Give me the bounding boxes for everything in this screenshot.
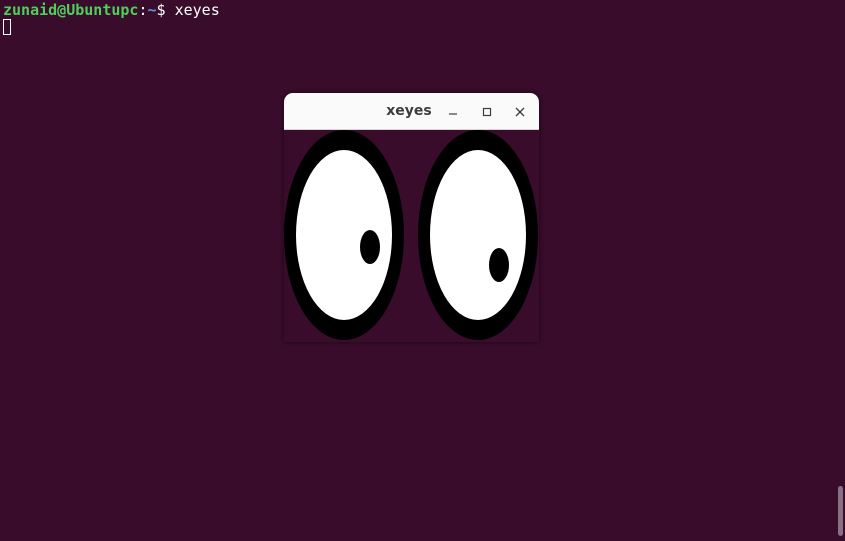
left-eye — [284, 130, 404, 340]
terminal-cursor — [3, 19, 11, 35]
right-pupil — [489, 248, 509, 282]
minimize-icon — [449, 113, 457, 115]
maximize-button[interactable] — [476, 101, 498, 123]
right-eye — [418, 130, 538, 340]
terminal-scrollbar[interactable] — [838, 486, 843, 536]
minimize-button[interactable] — [442, 101, 464, 123]
left-pupil — [360, 230, 380, 264]
prompt-separator: : — [138, 1, 148, 19]
eyes-canvas — [284, 130, 538, 340]
prompt-user: zunaid@Ubuntupc — [3, 1, 139, 19]
window-title: xeyes — [386, 103, 432, 119]
xeyes-window[interactable]: xeyes — [284, 93, 539, 342]
close-button[interactable] — [509, 101, 531, 123]
terminal-prompt-line: zunaid@Ubuntupc:~$ xeyes — [3, 1, 220, 19]
xeyes-titlebar[interactable]: xeyes — [284, 93, 539, 130]
maximize-icon — [482, 107, 492, 117]
xeyes-client-area — [284, 130, 539, 342]
close-icon — [515, 107, 525, 117]
prompt-path: ~ — [147, 1, 157, 19]
prompt-dollar: $ — [156, 1, 175, 19]
terminal-command: xeyes — [174, 1, 220, 19]
